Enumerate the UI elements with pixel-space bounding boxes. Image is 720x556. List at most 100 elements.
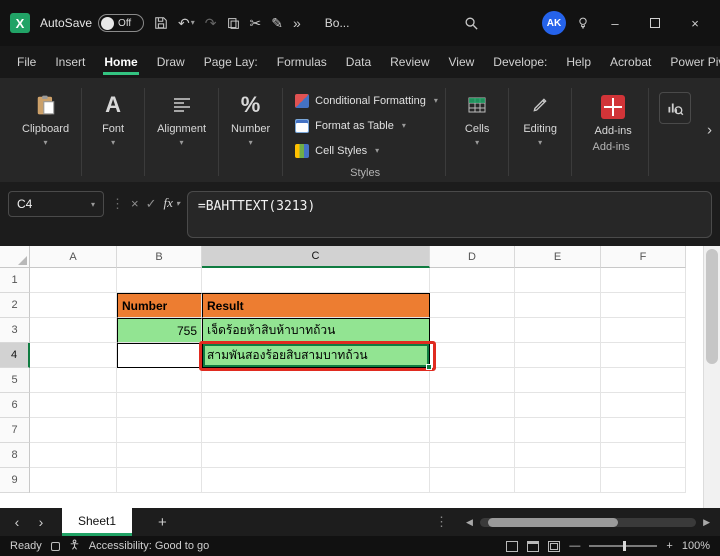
cell-F7[interactable] [601, 418, 686, 443]
cell-B7[interactable] [117, 418, 202, 443]
tab-review[interactable]: Review [389, 49, 430, 75]
macro-record-icon[interactable] [51, 542, 60, 551]
zoom-slider-thumb[interactable] [623, 541, 626, 551]
cell-E3[interactable] [515, 318, 601, 343]
cell-E4[interactable] [515, 343, 601, 368]
cell-C4[interactable]: สามพันสองร้อยสิบสามบาทถ้วน [202, 343, 430, 368]
normal-view-icon[interactable] [506, 541, 518, 552]
cell-C6[interactable] [202, 393, 430, 418]
row-header-3[interactable]: 3 [0, 318, 30, 343]
ribbon-group-number[interactable]: % Number ▾ [221, 82, 280, 182]
tab-file[interactable]: File [16, 49, 37, 75]
cut-icon[interactable]: ✂ [250, 16, 262, 30]
horizontal-scrollbar-track[interactable] [480, 518, 696, 527]
cell-A2[interactable] [30, 293, 117, 318]
ribbon-scroll-right-icon[interactable]: › [703, 116, 716, 145]
draw-icon[interactable]: ✎ [271, 16, 283, 30]
ribbon-group-cells[interactable]: Cells ▾ [448, 82, 506, 182]
cell-F2[interactable] [601, 293, 686, 318]
cancel-icon[interactable]: × [131, 191, 139, 211]
close-icon[interactable]: × [680, 16, 710, 31]
tab-view[interactable]: View [448, 49, 476, 75]
cell-F9[interactable] [601, 468, 686, 493]
autosave-toggle[interactable]: Off [98, 14, 144, 32]
styles-item-format-as-table[interactable]: Format as Table▾ [295, 113, 435, 138]
zoom-slider[interactable] [589, 545, 657, 547]
lightbulb-icon[interactable] [576, 16, 590, 30]
column-header-D[interactable]: D [430, 246, 515, 268]
cell-E2[interactable] [515, 293, 601, 318]
cell-D5[interactable] [430, 368, 515, 393]
cell-A8[interactable] [30, 443, 117, 468]
ribbon-group-editing[interactable]: Editing ▾ [511, 82, 569, 182]
maximize-icon[interactable] [640, 16, 670, 31]
tab-insert[interactable]: Insert [54, 49, 86, 75]
page-break-view-icon[interactable] [548, 541, 560, 552]
formula-input[interactable]: =BAHTTEXT(3213) [187, 191, 712, 238]
ribbon-group-font[interactable]: A Font ▾ [84, 82, 142, 182]
column-header-A[interactable]: A [30, 246, 117, 268]
cell-C8[interactable] [202, 443, 430, 468]
tab-acrobat[interactable]: Acrobat [609, 49, 652, 75]
cell-D7[interactable] [430, 418, 515, 443]
cell-C7[interactable] [202, 418, 430, 443]
ribbon-group-clipboard[interactable]: Clipboard ▾ [12, 82, 79, 182]
row-header-5[interactable]: 5 [0, 368, 30, 393]
cell-B9[interactable] [117, 468, 202, 493]
styles-item-conditional-formatting[interactable]: Conditional Formatting▾ [295, 88, 435, 113]
horizontal-scrollbar-thumb[interactable] [488, 518, 618, 527]
horizontal-scrollbar[interactable]: ◀ ▶ [458, 517, 720, 528]
search-icon[interactable] [464, 16, 479, 31]
avatar[interactable]: AK [542, 11, 566, 35]
tab-page-lay[interactable]: Page Lay: [203, 49, 259, 75]
cell-F4[interactable] [601, 343, 686, 368]
tab-help[interactable]: Help [565, 49, 592, 75]
cell-E1[interactable] [515, 268, 601, 293]
cell-E9[interactable] [515, 468, 601, 493]
cell-F5[interactable] [601, 368, 686, 393]
save-icon[interactable] [154, 16, 168, 30]
cell-F6[interactable] [601, 393, 686, 418]
cell-B3[interactable]: 755 [117, 318, 202, 343]
column-header-B[interactable]: B [117, 246, 202, 268]
cell-D6[interactable] [430, 393, 515, 418]
accessibility-status[interactable]: Accessibility: Good to go [89, 540, 209, 552]
fill-handle[interactable] [426, 364, 432, 370]
redo-icon[interactable]: ↷ [205, 16, 217, 30]
vertical-scrollbar[interactable] [703, 246, 720, 508]
row-header-2[interactable]: 2 [0, 293, 30, 318]
tab-power-piv[interactable]: Power Piv [669, 49, 720, 75]
sheet-prev-icon[interactable]: ‹ [10, 514, 24, 530]
cell-F1[interactable] [601, 268, 686, 293]
cell-A1[interactable] [30, 268, 117, 293]
cell-A7[interactable] [30, 418, 117, 443]
cell-D2[interactable] [430, 293, 515, 318]
tab-formulas[interactable]: Formulas [276, 49, 328, 75]
cell-E8[interactable] [515, 443, 601, 468]
cell-C5[interactable] [202, 368, 430, 393]
styles-item-cell-styles[interactable]: Cell Styles▾ [295, 138, 435, 163]
cell-C1[interactable] [202, 268, 430, 293]
analyze-data-icon[interactable] [659, 92, 691, 124]
column-header-E[interactable]: E [515, 246, 601, 268]
tab-develope[interactable]: Develope: [492, 49, 548, 75]
scroll-right-icon[interactable]: ▶ [703, 517, 710, 528]
zoom-out-icon[interactable]: — [569, 540, 580, 552]
enter-check-icon[interactable]: ✓ [146, 191, 157, 212]
insert-function-button[interactable]: fx▾ [164, 191, 180, 211]
cell-F3[interactable] [601, 318, 686, 343]
cell-D8[interactable] [430, 443, 515, 468]
cell-E5[interactable] [515, 368, 601, 393]
cell-E6[interactable] [515, 393, 601, 418]
ribbon-group-alignment[interactable]: Alignment ▾ [147, 82, 216, 182]
cell-A3[interactable] [30, 318, 117, 343]
cell-A5[interactable] [30, 368, 117, 393]
tab-draw[interactable]: Draw [156, 49, 186, 75]
tab-splitter-icon[interactable]: ⋮ [435, 514, 448, 530]
cell-B6[interactable] [117, 393, 202, 418]
cell-C3[interactable]: เจ็ดร้อยห้าสิบห้าบาทถ้วน [202, 318, 430, 343]
cell-B1[interactable] [117, 268, 202, 293]
addins-button[interactable]: Add-ins [584, 88, 642, 137]
name-box[interactable]: C4 ▾ [8, 191, 104, 217]
cell-A9[interactable] [30, 468, 117, 493]
